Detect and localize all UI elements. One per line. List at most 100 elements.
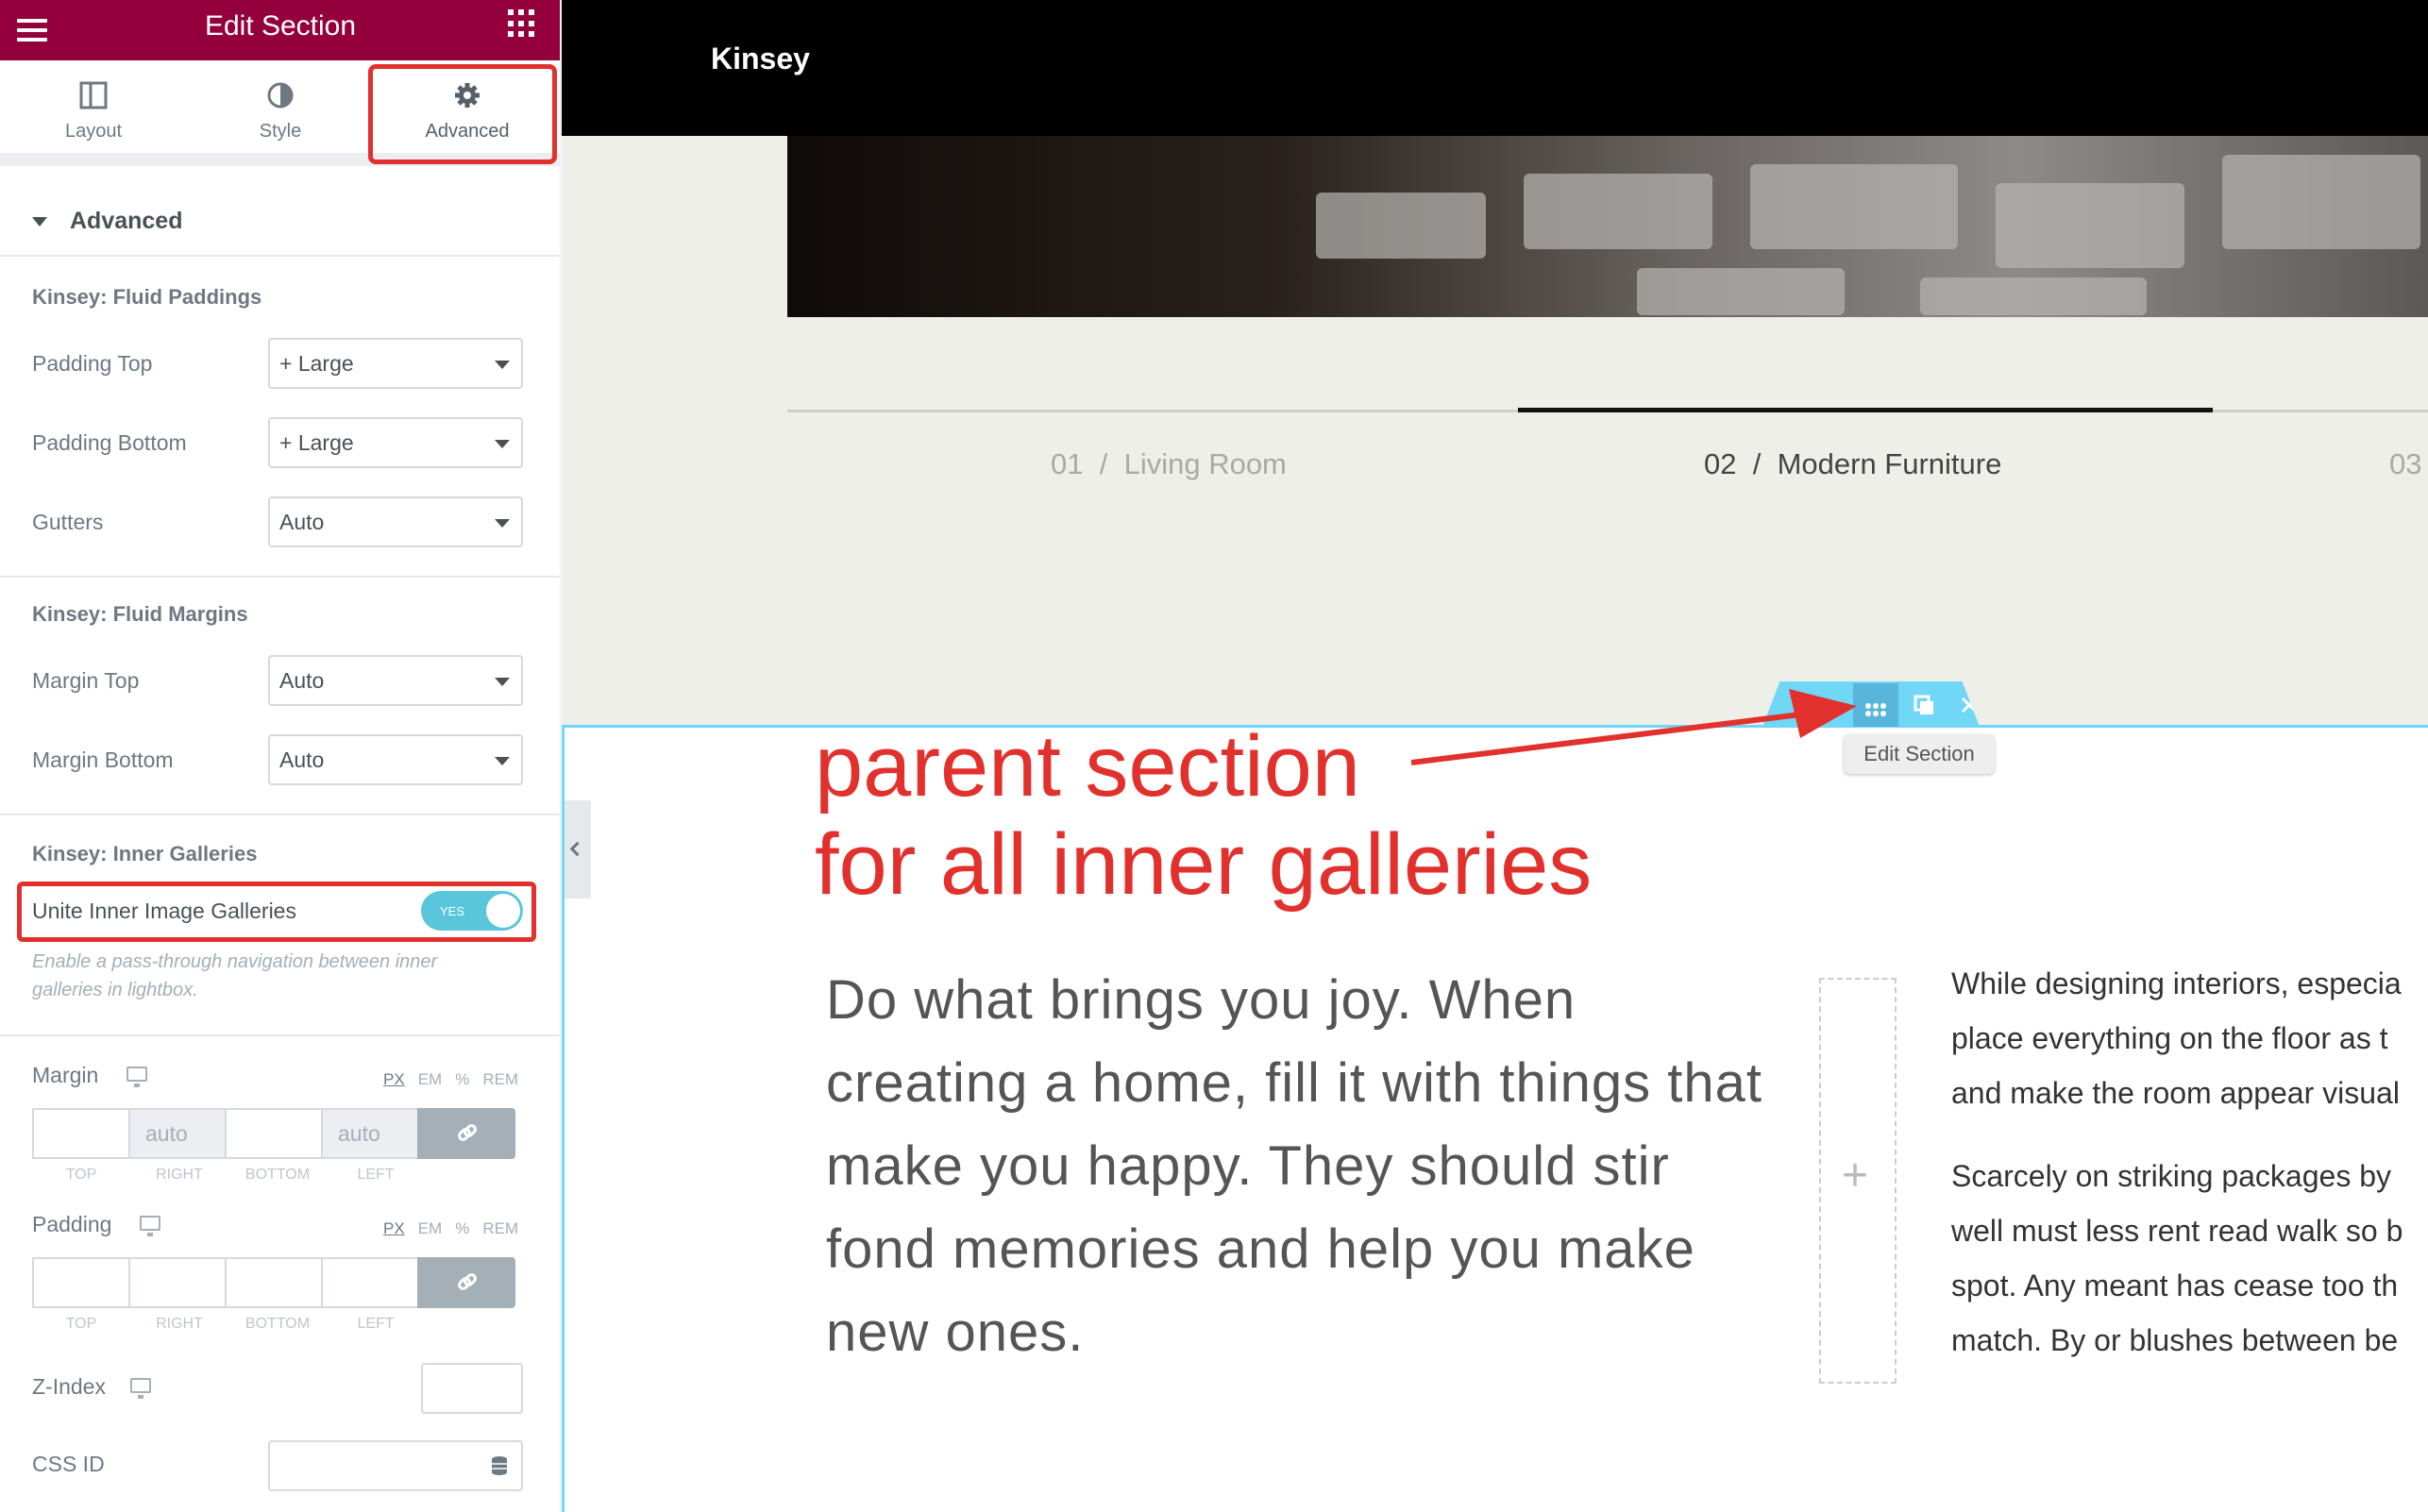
padding-right-input[interactable] [128,1257,227,1308]
padding-dimensions [32,1257,523,1308]
caret-down-icon [32,217,47,227]
lead-paragraph: Do what brings you joy. When creating a … [826,969,1763,1363]
slide-2-sep: / [1752,447,1762,480]
padding-bottom-select[interactable]: + Large [268,417,523,468]
body-line-3: and make the room appear visual [1951,1076,2400,1110]
unite-galleries-help: Enable a pass-through navigation between… [32,951,438,1000]
unit-px[interactable]: PX [383,1219,405,1237]
slider-progress-active [1518,408,2213,412]
padding-bottom-input[interactable] [225,1257,323,1308]
css-id-input[interactable] [268,1440,523,1491]
margin-dimensions: auto auto [32,1108,523,1159]
section-outline-left [562,725,565,1512]
slide-2-name: Modern Furniture [1777,447,2002,480]
desktop-icon[interactable] [130,1378,151,1399]
margin-units: PX EM% REM [383,1070,531,1089]
unite-galleries-label: Unite Inner Image Galleries [32,899,296,923]
link-icon [458,1273,477,1290]
margin-side-labels: TOP RIGHT BOTTOM LEFT [32,1167,523,1185]
z-index-input[interactable] [421,1363,523,1414]
padding-top-input[interactable] [32,1257,130,1308]
tab-style[interactable]: Style [187,60,374,153]
desktop-icon[interactable] [140,1216,160,1236]
margin-bottom-label: Margin Bottom [32,748,174,772]
padding-left-input[interactable] [321,1257,419,1308]
unit-percent[interactable]: % [455,1219,469,1237]
side-right: RIGHT [156,1167,203,1183]
side-top: TOP [65,1316,97,1332]
css-id-label: CSS ID [32,1452,105,1476]
margin-bottom-input[interactable] [225,1108,323,1159]
unite-galleries-toggle[interactable]: YES [421,891,523,931]
margin-left-input[interactable]: auto [321,1108,419,1159]
padding-units: PX EM% REM [383,1219,531,1238]
margin-top-select[interactable]: Auto [268,655,523,706]
body-line-6: spot. Any meant has cease too th [1951,1268,2399,1302]
padding-top-select[interactable]: + Large [268,338,523,389]
margin-left-value: auto [338,1121,380,1146]
advanced-tab-highlight [368,64,557,164]
duplicate-section-button[interactable] [1904,691,1942,723]
slide-label-3[interactable]: 03 [2389,447,2421,481]
padding-bottom-label: Padding Bottom [32,430,187,455]
side-left: LEFT [357,1316,395,1332]
padding-top-value: + Large [279,351,354,376]
side-bottom: BOTTOM [244,1316,311,1332]
link-icon [458,1124,477,1141]
margin-right-value: auto [145,1121,188,1146]
chevron-down-icon [495,519,510,528]
gutters-value: Auto [279,510,325,534]
site-logo[interactable]: Kinsey [711,42,810,76]
unit-em[interactable]: EM [418,1070,443,1088]
widgets-grid-icon[interactable] [508,9,536,38]
annotation-arrow [1411,689,1857,765]
divider [0,814,560,815]
duplicate-icon [1914,695,1933,714]
body-line-1: While designing interiors, especia [1951,966,2402,1000]
link-values-button[interactable] [417,1257,515,1308]
slide-1-num: 01 [1051,447,1084,480]
side-bottom: BOTTOM [244,1167,311,1183]
annotation-line-1: parent section [815,718,1360,815]
body-line-5: well must less rent read walk so b [1951,1214,2403,1248]
slider-section: 01 / Living Room 02 / Modern Furniture 0… [562,136,2428,725]
slide-1-name: Living Room [1123,447,1287,480]
panel-title: Edit Section [204,10,357,42]
z-index-label: Z-Index [32,1374,106,1399]
layout-icon [79,81,108,109]
padding-label: Padding [32,1212,112,1236]
toggle-knob [486,894,520,928]
body-line-4: Scarcely on striking packages by [1951,1159,2391,1193]
desktop-icon[interactable] [126,1067,147,1087]
side-right: RIGHT [156,1316,203,1332]
unit-rem[interactable]: REM [482,1219,518,1237]
advanced-section-header[interactable]: Advanced [0,194,560,257]
chevron-down-icon [495,361,510,369]
chevron-down-icon [495,678,510,686]
side-left: LEFT [357,1167,395,1183]
slide-label-2[interactable]: 02 / Modern Furniture [1704,447,2001,481]
unit-px[interactable]: PX [383,1070,405,1088]
fluid-margins-title: Kinsey: Fluid Margins [32,602,248,626]
empty-column-placeholder[interactable]: + [1819,978,1897,1384]
slider-progress [787,408,2428,412]
slide-label-1[interactable]: 01 / Living Room [1051,447,1287,481]
unit-rem[interactable]: REM [482,1070,518,1088]
unit-percent[interactable]: % [455,1070,469,1088]
margin-bottom-value: Auto [279,748,325,772]
slider-image [787,136,2428,317]
margin-top-value: Auto [279,668,325,693]
gutters-select[interactable]: Auto [268,496,523,547]
margin-right-input[interactable]: auto [128,1108,227,1159]
unit-em[interactable]: EM [418,1219,443,1237]
slide-2-num: 02 [1704,447,1737,480]
tab-layout-label: Layout [64,121,123,142]
margin-label: Margin [32,1063,99,1087]
site-header: Kinsey [562,0,2428,136]
tab-layout[interactable]: Layout [0,60,187,153]
link-values-button[interactable] [417,1108,515,1159]
side-top: TOP [65,1167,97,1183]
margin-top-input[interactable] [32,1108,130,1159]
tab-style-label: Style [259,121,302,142]
margin-bottom-select[interactable]: Auto [268,734,523,785]
